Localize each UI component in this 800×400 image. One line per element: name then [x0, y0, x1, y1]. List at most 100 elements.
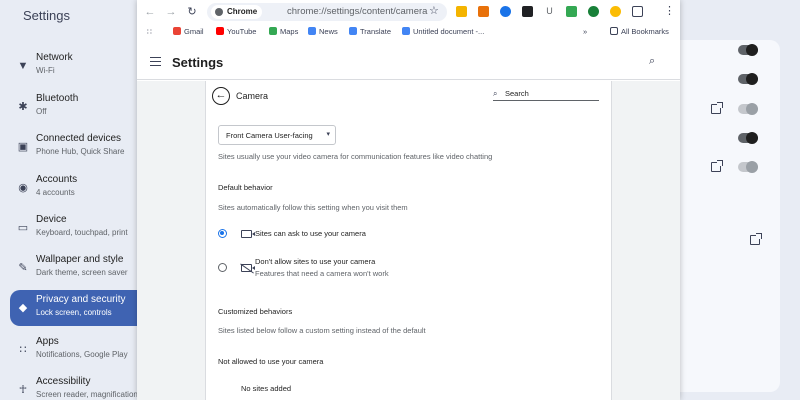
setting-toggle[interactable] [738, 132, 758, 144]
sidebar-item-apps[interactable]: ∷ Apps Notifications, Google Play [10, 332, 137, 370]
sidebar-item-sublabel: Wi-Fi [36, 66, 55, 75]
forward-arrow-icon[interactable]: → [163, 4, 179, 20]
back-arrow-icon[interactable]: ← [142, 4, 158, 20]
sidebar-item-sublabel: Lock screen, controls [36, 308, 112, 317]
back-button[interactable]: ← [212, 87, 230, 105]
extension-icon[interactable] [500, 6, 511, 17]
apps-grid-icon[interactable]: ∷ [147, 27, 152, 36]
translate-icon [349, 27, 357, 35]
laptop-icon: ▭ [17, 222, 29, 234]
option-block-label: Don't allow sites to use your camera [255, 257, 376, 266]
extension-icon[interactable]: U [544, 6, 555, 17]
setting-toggle[interactable] [738, 161, 758, 173]
setting-toggle[interactable] [738, 44, 758, 56]
search-placeholder: Search [505, 89, 529, 98]
folder-icon [610, 27, 618, 35]
gmail-icon [173, 27, 181, 35]
camera-off-icon [241, 264, 255, 272]
bookmark-gmail[interactable]: Gmail [173, 27, 204, 36]
customized-behaviors-heading: Customized behaviors [218, 307, 293, 316]
site-info-chip[interactable]: Chrome [211, 5, 263, 19]
wifi-icon: ▼ [17, 60, 29, 72]
account-icon: ◉ [18, 182, 28, 194]
sidebar-item-sublabel: Screen reader, magnification [36, 390, 138, 399]
setting-toggle[interactable] [738, 103, 758, 115]
bookmark-translate[interactable]: Translate [349, 27, 391, 36]
address-bar[interactable]: Chrome chrome://settings/content/camera … [207, 3, 447, 21]
devices-icon: ▣ [17, 141, 29, 153]
shield-icon: ◆ [18, 302, 28, 314]
bookmark-label: Maps [280, 27, 299, 36]
search-icon: ⌕ [493, 89, 498, 98]
extension-icon[interactable] [566, 6, 577, 17]
browser-toolbar: ← → ↻ Chrome chrome://settings/content/c… [137, 0, 680, 24]
bookmark-label: Untitled document -... [413, 27, 485, 36]
sidebar-item-device[interactable]: ▭ Device Keyboard, touchpad, print [10, 210, 137, 248]
external-link-icon[interactable] [750, 233, 762, 245]
bookmark-youtube[interactable]: YouTube [216, 27, 256, 36]
radio-block[interactable] [218, 263, 227, 272]
all-bookmarks[interactable]: All Bookmarks [610, 27, 669, 36]
chip-label: Chrome [227, 7, 258, 16]
camera-device-select[interactable]: Front Camera User-facing ▾ [218, 125, 336, 145]
sidebar-item-sublabel: Keyboard, touchpad, print [36, 228, 128, 237]
bookmark-docs[interactable]: Untitled document -... [402, 27, 484, 36]
os-settings-card-right [680, 40, 780, 392]
extension-icon[interactable] [478, 6, 489, 17]
camera-icon [241, 230, 255, 238]
setting-toggle[interactable] [738, 73, 758, 85]
extension-icon[interactable] [588, 6, 599, 17]
reload-icon[interactable]: ↻ [184, 4, 200, 20]
customized-behaviors-description: Sites listed below follow a custom setti… [218, 326, 426, 335]
external-link-icon[interactable] [711, 102, 723, 114]
more-vert-icon[interactable]: ⋮ [664, 4, 675, 17]
accessibility-icon: ☥ [18, 384, 28, 396]
sidebar-item-label: Accessibility [36, 376, 91, 387]
chevron-down-icon: ▾ [326, 131, 330, 138]
sidebar-item-accessibility[interactable]: ☥ Accessibility Screen reader, magnifica… [10, 372, 138, 400]
chrome-logo-icon [215, 8, 223, 16]
sidebar-item-sublabel: 4 accounts [36, 188, 75, 197]
sidebar-item-label: Accounts [36, 174, 78, 185]
select-value: Front Camera User-facing [226, 131, 313, 140]
default-behavior-heading: Default behavior [218, 183, 273, 192]
radio-allow[interactable] [218, 229, 227, 238]
url-text[interactable]: chrome://settings/content/camera [287, 6, 427, 17]
bluetooth-icon: ✱ [18, 101, 28, 113]
sidebar-item-bluetooth[interactable]: ✱ Bluetooth Off [10, 89, 137, 127]
sidebar-item-wallpaper[interactable]: ✎ Wallpaper and style Dark theme, screen… [10, 250, 137, 288]
bookmark-news[interactable]: News [308, 27, 338, 36]
os-settings-sidebar: ▼ Network Wi-Fi ✱ Bluetooth Off ▣ Connec… [0, 40, 138, 400]
settings-title: Settings [172, 55, 224, 70]
chevron-right-icon[interactable]: » [583, 27, 587, 36]
bookmark-maps[interactable]: Maps [269, 27, 298, 36]
no-sites-text: No sites added [241, 384, 292, 393]
option-block-sublabel: Features that need a camera won't work [255, 269, 389, 278]
extension-icon[interactable] [610, 6, 621, 17]
sidebar-item-connected-devices[interactable]: ▣ Connected devices Phone Hub, Quick Sha… [10, 129, 137, 167]
menu-icon[interactable] [150, 57, 161, 66]
docs-icon [402, 27, 410, 35]
sidebar-item-label: Network [36, 52, 73, 63]
extension-icon[interactable] [522, 6, 533, 17]
sidebar-item-label: Connected devices [36, 133, 122, 144]
page-title: Camera [236, 91, 269, 101]
external-link-icon[interactable] [711, 160, 723, 172]
sidebar-item-label: Apps [36, 336, 59, 347]
bookmark-label: News [319, 27, 338, 36]
extension-icon[interactable] [456, 6, 467, 17]
settings-header: Settings ⌕ [137, 44, 680, 80]
bookmark-label: All Bookmarks [621, 27, 669, 36]
bookmark-label: YouTube [227, 27, 257, 36]
bookmark-star-icon[interactable]: ☆ [429, 4, 439, 17]
sidebar-item-network[interactable]: ▼ Network Wi-Fi [10, 48, 137, 86]
search-input[interactable]: ⌕ Search [493, 89, 599, 101]
sidebar-item-accounts[interactable]: ◉ Accounts 4 accounts [10, 170, 137, 208]
puzzle-extensions-icon[interactable] [632, 6, 643, 17]
chrome-window: ← → ↻ Chrome chrome://settings/content/c… [137, 0, 680, 400]
search-icon[interactable]: ⌕ [649, 55, 655, 68]
arrow-left-icon: ← [215, 89, 227, 101]
sidebar-item-privacy[interactable]: ◆ Privacy and security Lock screen, cont… [10, 290, 137, 326]
sidebar-item-label: Device [36, 214, 67, 225]
sidebar-item-sublabel: Phone Hub, Quick Share [36, 147, 125, 156]
